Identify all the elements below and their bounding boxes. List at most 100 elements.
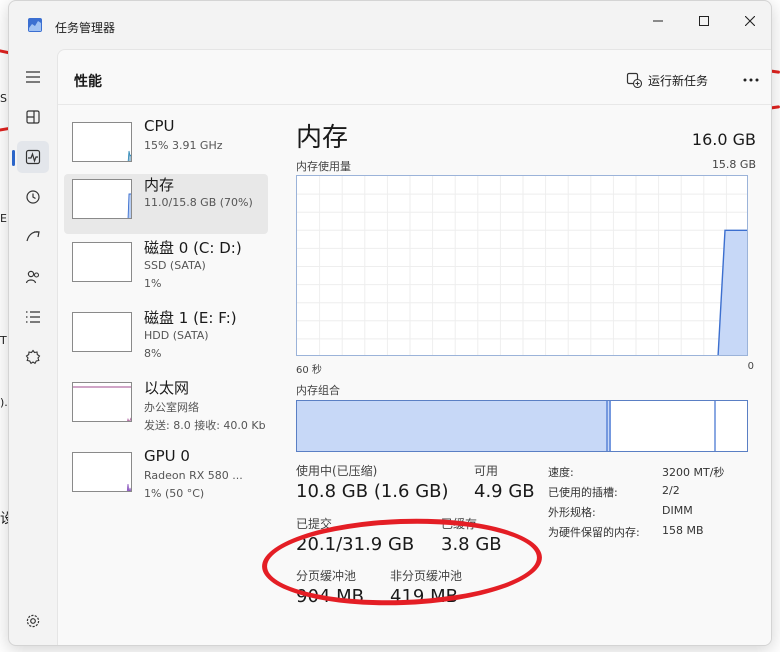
nav-performance[interactable] xyxy=(12,141,49,173)
task-manager-app-icon xyxy=(28,18,42,32)
run-new-task-label: 运行新任务 xyxy=(648,73,709,88)
stat-committed: 已提交 20.1/31.9 GB xyxy=(296,515,414,555)
memory-composition-bar xyxy=(296,400,748,452)
performance-icon xyxy=(25,149,41,165)
spec-label: 为硬件保留的内存: xyxy=(548,526,640,539)
spec-label: 速度: xyxy=(548,466,574,479)
close-button[interactable] xyxy=(727,5,771,37)
device-item-memory[interactable]: 内存 11.0/15.8 GB (70%) xyxy=(64,174,268,234)
device-name: 磁盘 1 (E: F:) xyxy=(144,309,237,327)
nav-startup-apps[interactable] xyxy=(17,221,49,253)
spec-value: 158 MB xyxy=(662,524,704,537)
stat-available: 可用 4.9 GB xyxy=(474,462,535,502)
device-detail: 11.0/15.8 GB (70%) xyxy=(144,196,253,209)
nav-app-history[interactable] xyxy=(17,181,49,213)
stat-in-use: 使用中(已压缩) 10.8 GB (1.6 GB) xyxy=(296,462,449,502)
ethernet-thumbnail-graph xyxy=(72,382,132,422)
stat-value: 419 MB xyxy=(390,586,458,607)
settings-icon xyxy=(26,614,40,628)
gpu-thumbnail-graph xyxy=(72,452,132,492)
memory-usage-area xyxy=(717,229,747,355)
run-new-task-button[interactable]: 运行新任务 xyxy=(622,66,712,94)
stat-nonpaged-pool: 非分页缓冲池 419 MB xyxy=(390,567,462,607)
disk1-thumbnail-graph xyxy=(72,312,132,352)
memory-usage-graph xyxy=(296,175,748,356)
stat-value: 3.8 GB xyxy=(441,534,502,555)
device-name: 以太网 xyxy=(144,379,190,397)
details-icon xyxy=(26,311,40,323)
task-manager-window: 任务管理器 性能 运行新任务 CPU 15% 3.91 GHz 内存 11.0/… xyxy=(8,0,772,646)
services-icon xyxy=(25,349,41,365)
nav-processes[interactable] xyxy=(17,101,49,133)
bg-text: E xyxy=(0,212,7,225)
stat-value: 4.9 GB xyxy=(474,481,535,502)
spec-value: DIMM xyxy=(662,504,693,517)
graph-time-start: 60 秒 xyxy=(296,365,322,376)
run-new-task-icon xyxy=(626,72,642,88)
maximize-icon xyxy=(699,16,709,26)
device-detail: 1% xyxy=(144,277,162,290)
device-detail: 15% 3.91 GHz xyxy=(144,139,223,152)
processes-icon xyxy=(26,110,40,124)
spec-label: 外形规格: xyxy=(548,506,596,519)
nav-details[interactable] xyxy=(17,301,49,333)
maximize-button[interactable] xyxy=(681,5,727,37)
device-detail: 8% xyxy=(144,347,162,360)
more-options-button[interactable] xyxy=(736,66,766,94)
nav-menu-button[interactable] xyxy=(17,61,49,93)
bg-text: T xyxy=(0,334,7,347)
composition-in-use xyxy=(297,401,611,451)
minimize-button[interactable] xyxy=(635,5,681,37)
device-name: CPU xyxy=(144,117,175,135)
nav-services[interactable] xyxy=(17,341,49,373)
device-detail: Radeon RX 580 ... xyxy=(144,469,243,482)
device-name: 内存 xyxy=(144,176,175,194)
stat-value: 904 MB xyxy=(296,586,364,607)
memory-usage-label: 内存使用量 xyxy=(296,160,351,173)
graph-time-end: 0 xyxy=(747,361,754,372)
header-divider xyxy=(58,104,771,105)
users-icon xyxy=(25,270,40,284)
device-name: 磁盘 0 (C: D:) xyxy=(144,239,242,257)
title-bar[interactable]: 任务管理器 xyxy=(9,1,771,49)
app-history-icon xyxy=(26,190,40,204)
stat-label: 非分页缓冲池 xyxy=(390,569,463,583)
device-item-ethernet[interactable]: 以太网 办公室网络 发送: 8.0 接收: 40.0 Kb xyxy=(64,377,268,437)
memory-total: 16.0 GB xyxy=(691,130,756,149)
device-detail: SSD (SATA) xyxy=(144,259,206,272)
stat-label: 已缓存 xyxy=(441,517,478,531)
memory-detail-panel: 内存 16.0 GB 内存使用量 15.8 GB 60 秒 0 内存组合 使用中 xyxy=(296,114,756,634)
device-item-gpu[interactable]: GPU 0 Radeon RX 580 ... 1% (50 °C) xyxy=(64,447,268,507)
nav-users[interactable] xyxy=(17,261,49,293)
stat-value: 10.8 GB (1.6 GB) xyxy=(296,481,449,502)
spec-label: 已使用的插槽: xyxy=(548,486,618,499)
device-detail: 发送: 8.0 接收: 40.0 Kb xyxy=(144,419,266,432)
stat-cached: 已缓存 3.8 GB xyxy=(441,515,502,555)
device-item-cpu[interactable]: CPU 15% 3.91 GHz xyxy=(64,117,268,177)
memory-usage-max: 15.8 GB xyxy=(711,158,756,171)
spec-value: 3200 MT/秒 xyxy=(662,466,725,479)
device-detail: HDD (SATA) xyxy=(144,329,209,342)
memory-composition-label: 内存组合 xyxy=(296,384,340,397)
nav-sidebar xyxy=(9,49,57,645)
page-title: 性能 xyxy=(74,74,102,90)
stat-paged-pool: 分页缓冲池 904 MB xyxy=(296,567,364,607)
spec-value: 2/2 xyxy=(662,484,680,497)
bg-text: ). xyxy=(0,396,8,409)
device-item-disk0[interactable]: 磁盘 0 (C: D:) SSD (SATA) 1% xyxy=(64,237,268,297)
stat-label: 已提交 xyxy=(296,517,333,531)
disk0-thumbnail-graph xyxy=(72,242,132,282)
cpu-thumbnail-graph xyxy=(72,122,132,162)
nav-settings[interactable] xyxy=(17,605,49,637)
stat-label: 可用 xyxy=(474,464,499,478)
stat-value: 20.1/31.9 GB xyxy=(296,534,415,555)
startup-apps-icon xyxy=(26,231,40,242)
close-icon xyxy=(745,16,755,26)
content-area: 性能 运行新任务 CPU 15% 3.91 GHz 内存 11.0/15.8 G… xyxy=(57,49,771,645)
window-title: 任务管理器 xyxy=(55,21,116,35)
device-name: GPU 0 xyxy=(144,447,190,465)
device-item-disk1[interactable]: 磁盘 1 (E: F:) HDD (SATA) 8% xyxy=(64,307,268,367)
stat-label: 使用中(已压缩) xyxy=(296,464,378,478)
memory-title: 内存 xyxy=(296,123,349,153)
menu-icon xyxy=(26,71,40,83)
